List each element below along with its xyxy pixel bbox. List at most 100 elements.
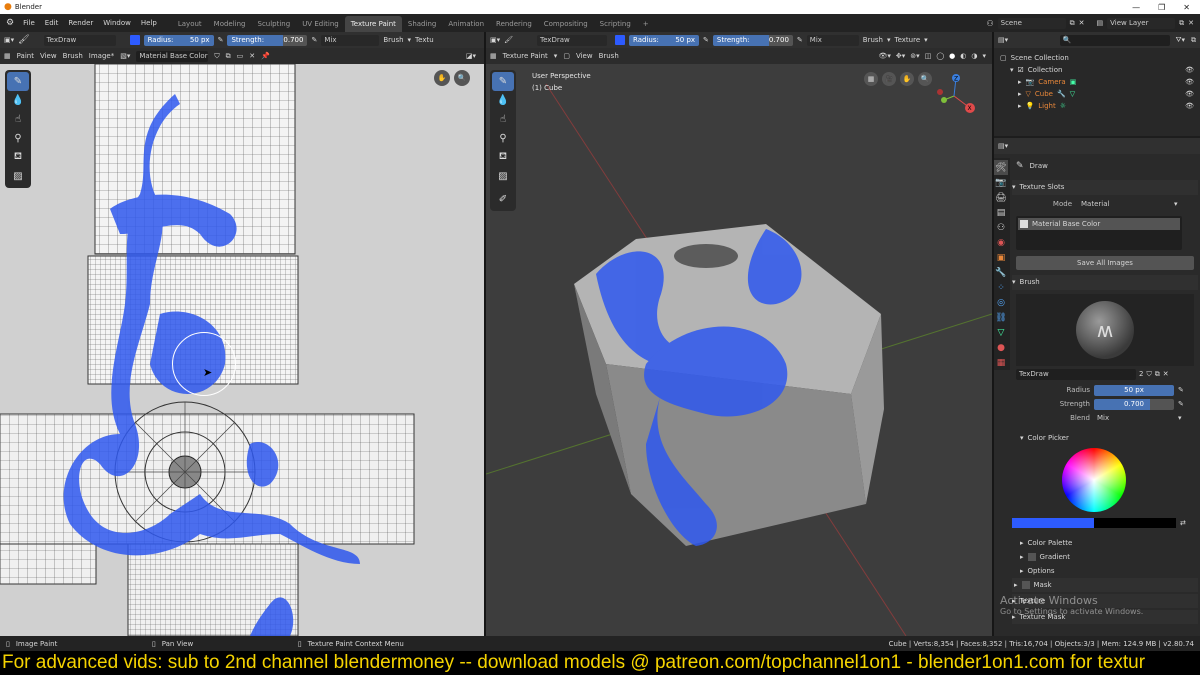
expand-arrow-icon[interactable]: ▸ <box>1020 552 1024 563</box>
texture-slots-header[interactable]: Texture Slots <box>1020 182 1065 193</box>
duplicate-icon[interactable]: ⧉ <box>1155 369 1160 380</box>
color-value-bar[interactable] <box>1012 518 1094 528</box>
gradient-header[interactable]: Gradient <box>1040 552 1070 563</box>
pressure-icon[interactable]: ✎ <box>1178 399 1184 410</box>
expand-arrow-icon[interactable]: ▾ <box>1012 182 1016 193</box>
tab-layout[interactable]: Layout <box>172 16 208 32</box>
view-layer-selector[interactable]: View Layer <box>1107 17 1176 29</box>
menu-help[interactable]: Help <box>136 19 162 27</box>
soften-tool-icon[interactable]: 💧 <box>7 91 29 110</box>
add-workspace-button[interactable]: + <box>637 16 655 32</box>
mode-dropdown[interactable]: Material <box>1078 199 1168 210</box>
clone-tool-icon[interactable]: ⚲ <box>7 129 29 148</box>
render-tab-icon[interactable]: 📷 <box>994 175 1008 190</box>
color-palette-header[interactable]: Color Palette <box>1028 538 1073 549</box>
tab-shading[interactable]: Shading <box>402 16 442 32</box>
outliner-item-cube[interactable]: Cube <box>1035 88 1053 100</box>
menu-brush[interactable]: Brush <box>599 52 619 60</box>
uv-canvas[interactable]: ➤ ✋ 🔍 <box>0 64 484 636</box>
strength-slider[interactable]: Strength: 0.700 <box>227 34 308 46</box>
scene-selector[interactable]: Scene <box>997 17 1066 29</box>
expand-arrow-icon[interactable]: ▸ <box>1020 538 1024 549</box>
brush-color-swatch[interactable] <box>129 35 140 45</box>
xray-icon[interactable]: ◫ <box>925 52 932 60</box>
menu-view[interactable]: View <box>40 52 57 60</box>
mask-tool-icon[interactable]: ▨ <box>492 167 514 186</box>
brush-name-field[interactable]: TexDraw <box>43 34 116 46</box>
mask-toggle-icon[interactable]: ▢ <box>563 52 570 60</box>
object-visibility-icon[interactable]: 👁▾ <box>879 52 891 60</box>
fake-user-icon[interactable]: ⛉ <box>214 52 219 61</box>
scene-icon[interactable]: ⚇ <box>986 19 993 28</box>
radius-slider[interactable]: 50 px <box>1094 385 1174 396</box>
menu-view[interactable]: View <box>576 52 593 60</box>
eye-icon[interactable]: 👁 <box>1185 64 1194 76</box>
expand-arrow-icon[interactable]: ▸ <box>1020 566 1024 577</box>
pan-view-icon[interactable]: ✋ <box>900 72 914 86</box>
editor-type-icon[interactable]: ▤▾ <box>998 142 1008 150</box>
constraints-tab-icon[interactable]: ⛓ <box>994 310 1008 325</box>
minimize-button[interactable]: — <box>1132 3 1140 12</box>
collection-label[interactable]: Collection <box>1028 64 1063 76</box>
clone-tool-icon[interactable]: ⚲ <box>492 129 514 148</box>
viewport-scene[interactable] <box>486 64 992 636</box>
view-layer-icon[interactable]: ▤ <box>1097 19 1104 27</box>
physics-tab-icon[interactable]: ◎ <box>994 295 1008 310</box>
display-channels-icon[interactable]: ◪▾ <box>466 52 476 60</box>
shading-options-icon[interactable]: ▾ <box>982 52 986 60</box>
expand-arrow-icon[interactable]: ▾ <box>1012 277 1016 288</box>
tab-texture-paint[interactable]: Texture Paint <box>344 16 402 32</box>
brush-panel-header[interactable]: Brush <box>1020 277 1040 288</box>
brush-color-swatch[interactable] <box>615 35 626 45</box>
eye-icon[interactable]: 👁 <box>1185 76 1194 88</box>
tab-animation[interactable]: Animation <box>442 16 490 32</box>
modifier-tab-icon[interactable]: 🔧 <box>994 265 1008 280</box>
smear-tool-icon[interactable]: ☝ <box>7 110 29 129</box>
radius-slider[interactable]: Radius: 50 px <box>629 34 700 46</box>
brush-icon[interactable]: 🖌 <box>18 35 29 45</box>
texture-menu[interactable]: Texture <box>895 36 921 44</box>
tab-compositing[interactable]: Compositing <box>538 16 594 32</box>
menu-file[interactable]: File <box>18 19 40 27</box>
menu-edit[interactable]: Edit <box>40 19 64 27</box>
filter-icon[interactable]: ⛛▾ <box>1176 36 1185 45</box>
new-view-layer-icon[interactable]: ⧉ <box>1179 19 1184 28</box>
blend-dropdown[interactable]: Mix <box>806 34 859 46</box>
texture-tab-icon[interactable]: ▦ <box>994 355 1008 370</box>
strength-slider[interactable]: Strength: 0.700 <box>712 34 793 46</box>
open-image-icon[interactable]: ▭ <box>237 52 244 60</box>
close-button[interactable]: ✕ <box>1183 3 1190 12</box>
mode-dropdown[interactable]: Texture Paint <box>503 52 548 60</box>
checkbox-icon[interactable]: ☑ <box>1018 64 1024 76</box>
strength-slider[interactable]: 0.700 <box>1094 399 1174 410</box>
expand-arrow-icon[interactable]: ▸ <box>1018 76 1022 88</box>
mode-dropdown[interactable]: Paint <box>17 52 34 60</box>
tab-rendering[interactable]: Rendering <box>490 16 538 32</box>
editor-type-icon[interactable]: ▤▾ <box>998 36 1008 44</box>
blend-dropdown[interactable]: Mix <box>1094 413 1174 424</box>
draw-tool-icon[interactable]: ✎ <box>7 72 29 91</box>
color-wheel[interactable] <box>1062 448 1126 512</box>
mask-tool-icon[interactable]: ▨ <box>7 167 29 186</box>
strength-pressure-icon[interactable]: ✎ <box>311 36 317 44</box>
object-tab-icon[interactable]: ▣ <box>994 250 1008 265</box>
brush-name-field[interactable]: TexDraw <box>537 34 608 46</box>
texture-menu[interactable]: Textu <box>415 36 434 44</box>
fake-user-icon[interactable]: ⛉ <box>1146 369 1151 380</box>
expand-arrow-icon[interactable]: ▾ <box>1010 64 1014 76</box>
mask-checkbox[interactable] <box>1021 581 1030 589</box>
pressure-icon[interactable]: ✎ <box>703 36 709 44</box>
scene-tab-icon[interactable]: ⚇ <box>994 220 1008 235</box>
pressure-icon[interactable]: ✎ <box>1178 385 1184 396</box>
delete-view-layer-icon[interactable]: ✕ <box>1188 19 1194 27</box>
options-header[interactable]: Options <box>1028 566 1055 577</box>
data-tab-icon[interactable]: ▽ <box>994 325 1008 340</box>
solid-shading-icon[interactable]: ● <box>949 52 955 60</box>
tab-modeling[interactable]: Modeling <box>208 16 252 32</box>
brush-icon[interactable]: 🖌 <box>504 36 513 44</box>
eye-icon[interactable]: 👁 <box>1185 100 1194 112</box>
brush-menu[interactable]: Brush <box>863 36 883 44</box>
fill-tool-icon[interactable]: ⛾ <box>492 148 514 167</box>
color-picker-header[interactable]: Color Picker <box>1028 433 1069 444</box>
new-collection-icon[interactable]: ⧉ <box>1191 36 1196 45</box>
